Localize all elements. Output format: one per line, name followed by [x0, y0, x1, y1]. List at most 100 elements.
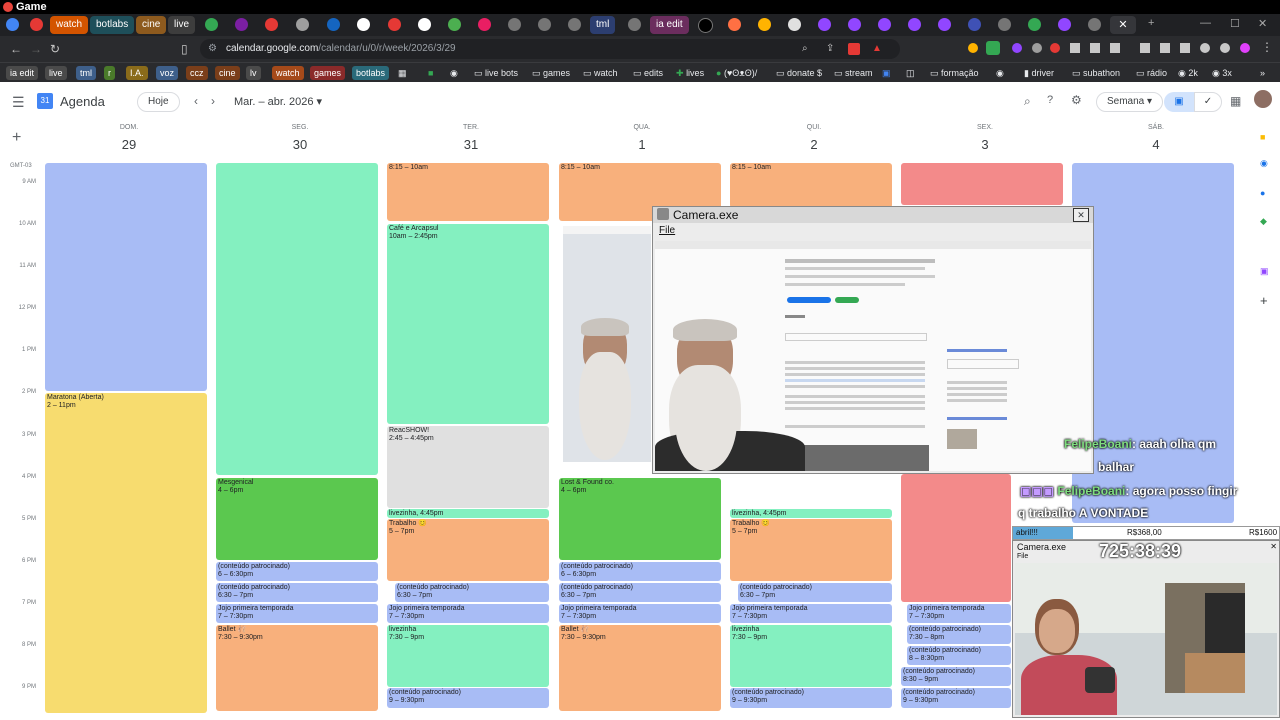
- extension-icon[interactable]: [986, 41, 1000, 55]
- event-block[interactable]: Trabalho 😊 5 – 7pm: [387, 519, 549, 581]
- period-label[interactable]: Mar. – abr. 2026 ▾: [234, 95, 322, 108]
- calendar-view-toggle-icon[interactable]: ▣: [1164, 92, 1194, 112]
- event-block[interactable]: 8:15 – 10am: [387, 163, 549, 221]
- event-block[interactable]: livezinha 7:30 – 9pm: [730, 625, 892, 687]
- tab-favicon[interactable]: [998, 18, 1011, 31]
- bookmark-watch[interactable]: watch: [272, 66, 304, 80]
- event-block[interactable]: (conteúdo patrocinado) 8:30 – 9pm: [901, 667, 1011, 686]
- event-block[interactable]: livezinha, 4:45pm: [387, 509, 549, 518]
- view-dropdown[interactable]: Semana ▾: [1096, 92, 1164, 112]
- twitch-icon[interactable]: [908, 18, 921, 31]
- tab-favicon[interactable]: [758, 18, 771, 31]
- twitch-icon[interactable]: [818, 18, 831, 31]
- extension-icon[interactable]: ▲: [872, 39, 882, 59]
- menu-icon[interactable]: ⋮: [1261, 40, 1273, 54]
- extension-icon[interactable]: [1032, 43, 1042, 53]
- event-block[interactable]: ReacSHOW! 2:45 – 4:45pm: [387, 426, 549, 508]
- bookmark-folder-watch[interactable]: ▭ watch: [583, 66, 618, 80]
- bookmark-cine[interactable]: cine: [215, 66, 240, 80]
- apps-grid-icon[interactable]: ▦: [398, 66, 407, 80]
- camera-window-2[interactable]: Camera.exe ✕ File 725:38:39: [1012, 540, 1280, 718]
- tab-watch[interactable]: watch: [50, 16, 89, 34]
- event-block[interactable]: (conteúdo patrocinado) 9 – 9:30pm: [901, 688, 1011, 708]
- bookmark-folder-subathon[interactable]: ▭ subathon: [1072, 66, 1120, 80]
- tab-favicon[interactable]: [728, 18, 741, 31]
- event-block[interactable]: Café e Arcapsul 10am – 2:45pm: [387, 224, 549, 424]
- bookmark-ccz[interactable]: ccz: [186, 66, 208, 80]
- settings-gear-icon[interactable]: ⚙: [1071, 93, 1082, 107]
- tab-favicon[interactable]: [418, 18, 431, 31]
- bookmark-live[interactable]: live: [45, 66, 67, 80]
- event-block[interactable]: (conteúdo patrocinado) 6:30 – 7pm: [738, 583, 892, 602]
- event-block[interactable]: 8:15 – 10am: [730, 163, 892, 208]
- day-number[interactable]: 2: [784, 137, 844, 152]
- event-block[interactable]: (conteúdo patrocinado) 6:30 – 7pm: [559, 583, 721, 602]
- prev-week-icon[interactable]: ‹: [194, 94, 198, 108]
- more-bookmarks-icon[interactable]: »: [1260, 66, 1265, 80]
- extension-icon[interactable]: [1220, 43, 1230, 53]
- event-block[interactable]: Maratona (Aberta) 2 – 11pm: [45, 393, 207, 713]
- day-number[interactable]: 1: [612, 137, 672, 152]
- search-icon[interactable]: ⌕: [1024, 94, 1031, 109]
- extension-icon[interactable]: [1070, 43, 1080, 53]
- event-block[interactable]: Trabalho 😊 5 – 7pm: [730, 519, 892, 581]
- bookmark-folder-games[interactable]: ▭ games: [532, 66, 570, 80]
- event-block[interactable]: Ballet 🩰 7:30 – 9:30pm: [216, 625, 378, 711]
- camera-window[interactable]: Camera.exe ✕ File: [652, 206, 1094, 474]
- bookmark-folder-stream[interactable]: ▭ stream: [834, 66, 873, 80]
- contacts-icon[interactable]: ●: [1260, 188, 1265, 198]
- event-block[interactable]: (conteúdo patrocinado) 6:30 – 7pm: [395, 583, 549, 602]
- tab-tml[interactable]: tml: [590, 16, 616, 34]
- add-addon-icon[interactable]: +: [1260, 293, 1268, 308]
- tab-live[interactable]: live: [168, 16, 196, 34]
- extension-icon[interactable]: [1140, 43, 1150, 53]
- new-tab-icon[interactable]: +: [1148, 17, 1154, 29]
- record-icon[interactable]: [30, 18, 43, 31]
- event-block[interactable]: [1072, 163, 1234, 523]
- address-bar[interactable]: ⚙ calendar.google.com/calendar/u/0/r/wee…: [200, 39, 900, 59]
- tab-favicon[interactable]: [1028, 18, 1041, 31]
- extension-icon[interactable]: [1050, 43, 1060, 53]
- bookmark-folder-driver[interactable]: ▮ driver: [1024, 66, 1054, 80]
- event-block[interactable]: livezinha, 4:45pm: [730, 509, 892, 518]
- day-number[interactable]: 4: [1126, 137, 1186, 152]
- maps-icon[interactable]: ◆: [1260, 216, 1267, 227]
- event-block[interactable]: Jojo primeira temporada 7 – 7:30pm: [730, 604, 892, 623]
- extension-icon[interactable]: [1012, 43, 1022, 53]
- tab-favicon[interactable]: [1088, 18, 1101, 31]
- day-number[interactable]: 29: [99, 137, 159, 152]
- bookmark-folder-formacao[interactable]: ▭ formação: [930, 66, 979, 80]
- bookmark-folder-lives[interactable]: ✚ lives: [676, 66, 704, 80]
- tiktok-icon[interactable]: [698, 18, 713, 33]
- bookmark-lv[interactable]: lv: [246, 66, 261, 80]
- event-block[interactable]: [901, 474, 1011, 602]
- day-number[interactable]: 30: [270, 137, 330, 152]
- event-block[interactable]: Jojo primeira temporada 7 – 7:30pm: [216, 604, 378, 623]
- twitch-icon[interactable]: [848, 18, 861, 31]
- tasks-icon[interactable]: ◉: [1260, 158, 1268, 169]
- file-menu[interactable]: File: [659, 225, 675, 236]
- reload-icon[interactable]: ↻: [50, 42, 60, 56]
- event-block[interactable]: (conteúdo patrocinado) 7:30 – 8pm: [907, 625, 1011, 644]
- tab-favicon[interactable]: [235, 18, 248, 31]
- create-button[interactable]: +: [12, 129, 21, 147]
- maximize-icon[interactable]: ☐: [1230, 17, 1240, 30]
- event-block[interactable]: (conteúdo patrocinado) 6:30 – 7pm: [216, 583, 378, 602]
- event-block[interactable]: Jojo primeira temporada 7 – 7:30pm: [559, 604, 721, 623]
- tab-favicon[interactable]: [448, 18, 461, 31]
- avatar[interactable]: [1254, 90, 1272, 108]
- extension-icon[interactable]: [1200, 43, 1210, 53]
- bookmark-folder-live-bots[interactable]: ▭ live bots: [474, 66, 518, 80]
- twitch-icon[interactable]: [878, 18, 891, 31]
- event-block[interactable]: Jojo primeira temporada 7 – 7:30pm: [907, 604, 1011, 623]
- tab-favicon[interactable]: [478, 18, 491, 31]
- tab-favicon[interactable]: [327, 18, 340, 31]
- tab-ia-edit[interactable]: ia edit: [650, 16, 689, 34]
- help-icon[interactable]: ?: [1047, 94, 1053, 106]
- event-block[interactable]: [45, 163, 207, 391]
- bookmark-folder-edits[interactable]: ▭ edits: [633, 66, 663, 80]
- extension-icon[interactable]: [1180, 43, 1190, 53]
- event-block[interactable]: livezinha 7:30 – 9pm: [387, 625, 549, 687]
- day-number[interactable]: 3: [955, 137, 1015, 152]
- twitch-icon[interactable]: [1058, 18, 1071, 31]
